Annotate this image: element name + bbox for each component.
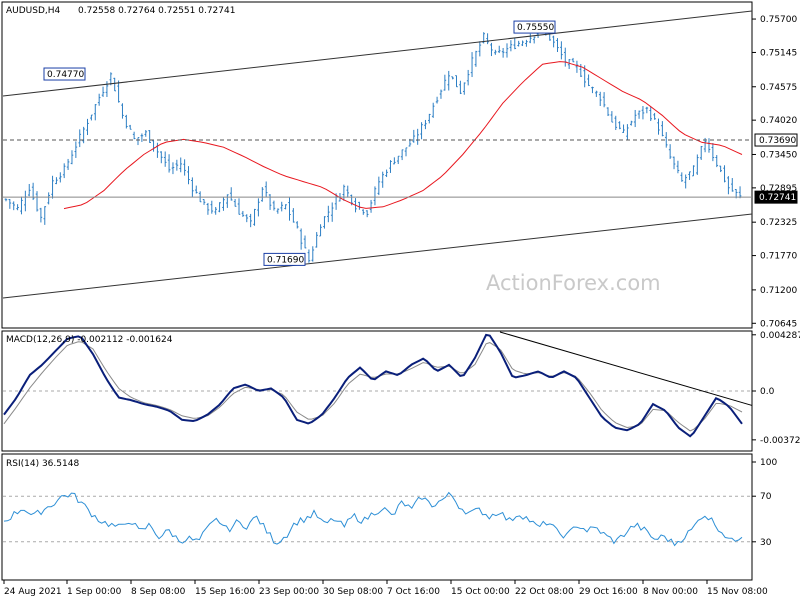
x-axis-label: 15 Nov 08:00 [707, 587, 768, 597]
x-axis-label: 8 Nov 00:00 [643, 587, 698, 597]
price-axis-label: 0.74575 [760, 83, 797, 93]
price-header-symbol: AUDUSD,H4 [6, 6, 61, 16]
rsi-axis-label: 30 [760, 538, 772, 548]
price-callout-label: 0.71690 [267, 255, 304, 265]
x-axis-label: 15 Sep 16:00 [195, 587, 255, 597]
macd-axis-label: 0.004287 [760, 331, 800, 341]
macd-label: MACD(12,26,9) -0.002112 -0.001624 [6, 335, 173, 345]
upper-channel-line [2, 10, 753, 97]
price-axis-label: 0.75145 [760, 48, 797, 58]
rsi-layer [3, 491, 752, 547]
price-axis-label: 0.73450 [760, 150, 797, 160]
x-axis-label: 1 Sep 00:00 [67, 587, 122, 597]
x-axis-label: 22 Oct 08:00 [515, 587, 574, 597]
x-axis-label: 24 Aug 2021 [4, 587, 62, 597]
current-price-badge-label: 0.72741 [759, 193, 796, 203]
macd-axis-label: 0.0 [760, 387, 775, 397]
price-axis-label: 0.75700 [760, 15, 797, 25]
x-axis-label: 15 Oct 00:00 [451, 587, 510, 597]
x-axis-label: 29 Oct 16:00 [579, 587, 638, 597]
x-axis-label: 23 Sep 00:00 [259, 587, 319, 597]
axes-layer: 0.757000.751450.745750.740200.734500.728… [3, 15, 800, 597]
macd-trendline [499, 331, 753, 406]
macd-layer [3, 331, 753, 438]
rsi-label: RSI(14) 36.5148 [6, 459, 79, 469]
price-callout-label: 0.75550 [517, 23, 554, 33]
x-axis-label: 30 Sep 08:00 [323, 587, 383, 597]
rsi-panel-frame [1, 453, 753, 581]
macd-signal-line [3, 341, 743, 432]
audusd-chart: 0.74770 0.75550 0.71690 0.75700 0.75145 0.74… [1, 1, 800, 597]
price-axis-label: 0.71200 [760, 286, 797, 296]
level-price-badge-label: 0.73690 [759, 136, 796, 146]
price-axis-label: 0.71770 [760, 252, 797, 262]
price-header-ohlc: 0.72558 0.72764 0.72551 0.72741 [78, 6, 235, 16]
x-axis-label: 8 Sep 08:00 [131, 587, 186, 597]
price-axis-label: 0.72325 [760, 218, 797, 228]
price-axis-label: 0.74020 [760, 116, 797, 126]
price-axis-label: 0.70645 [760, 319, 797, 329]
watermark: ActionForex.com [486, 271, 661, 295]
rsi-axis-label: 100 [760, 458, 777, 468]
rsi-axis-label: 70 [760, 492, 772, 502]
x-axis-label: 7 Oct 16:00 [387, 587, 440, 597]
moving-average-line [63, 61, 743, 210]
rsi-line [3, 491, 743, 547]
macd-line [3, 333, 743, 438]
price-layer: 0.74770 0.75550 0.71690 [2, 10, 753, 299]
price-callout-label: 0.74770 [47, 70, 84, 80]
macd-axis-label: -0.003726 [760, 436, 800, 446]
